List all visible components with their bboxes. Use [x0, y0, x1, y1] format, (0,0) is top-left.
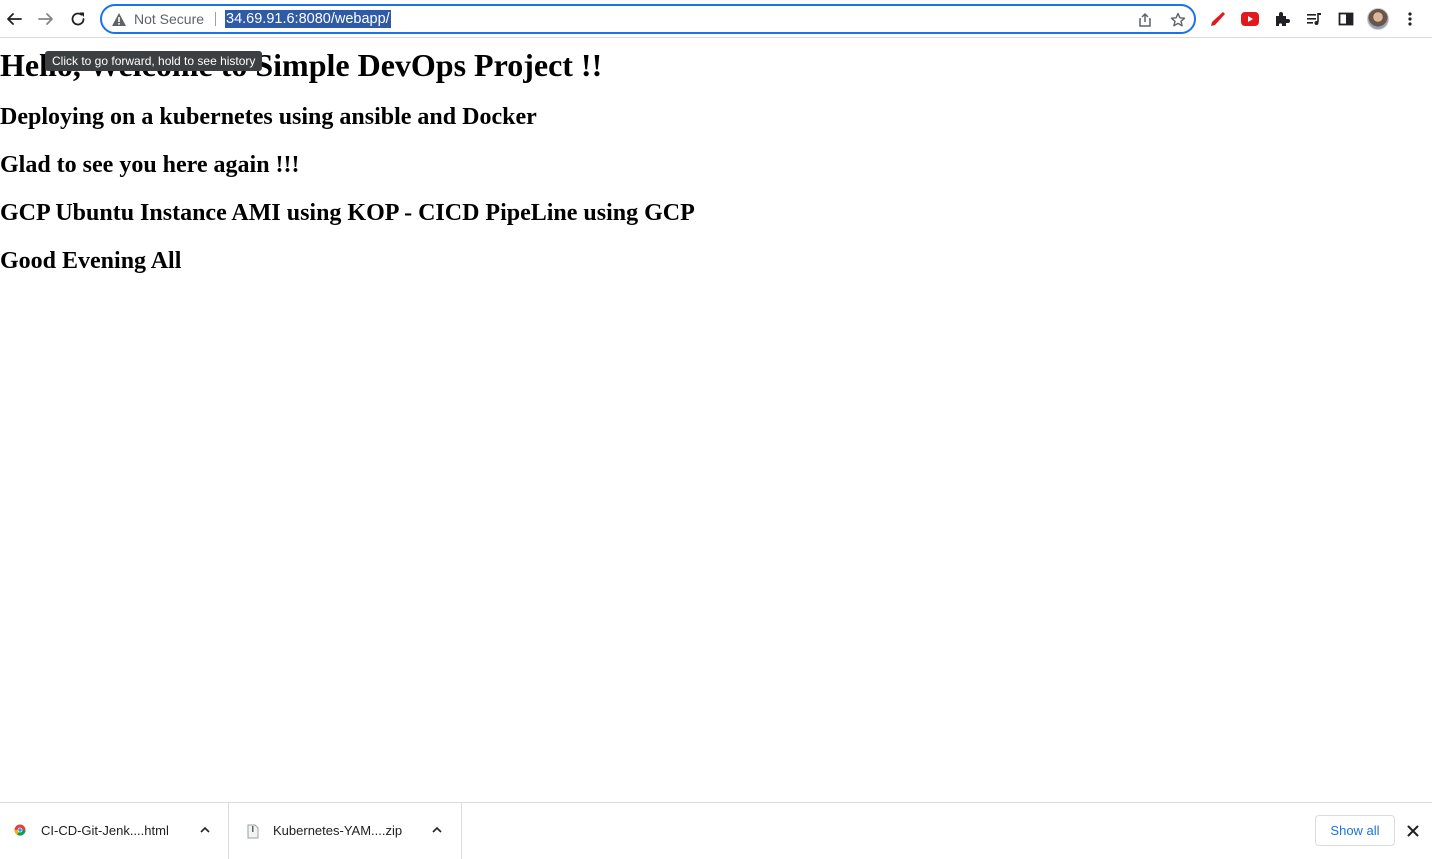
- side-panel-button[interactable]: [1336, 9, 1356, 29]
- pen-extension-icon: [1211, 12, 1225, 26]
- chevron-up-icon[interactable]: [431, 825, 443, 835]
- star-icon[interactable]: [1170, 12, 1186, 28]
- show-all-button[interactable]: Show all: [1315, 815, 1395, 846]
- share-icon[interactable]: [1138, 12, 1152, 28]
- pen-extension-button[interactable]: [1208, 9, 1228, 29]
- forward-button[interactable]: [32, 5, 60, 33]
- content-line-evening: Good Evening All: [0, 248, 182, 274]
- content-line-glad: Glad to see you here again !!!: [0, 152, 300, 178]
- avatar[interactable]: [1367, 8, 1389, 30]
- chevron-up-icon[interactable]: [199, 825, 211, 835]
- forward-tooltip: Click to go forward, hold to see history: [45, 51, 263, 71]
- download-item[interactable]: CI-CD-Git-Jenk....html: [0, 803, 229, 859]
- download-filename: Kubernetes-YAM....zip: [273, 823, 403, 838]
- chrome-file-icon: [14, 824, 26, 836]
- url-text[interactable]: 34.69.91.6:8080/webapp/: [225, 10, 391, 28]
- zip-file-icon: [247, 824, 259, 839]
- youtube-extension-icon: [1241, 12, 1259, 26]
- browser-toolbar: Not Secure 34.69.91.6:8080/webapp/: [0, 0, 1432, 38]
- side-panel-icon: [1338, 12, 1354, 26]
- youtube-extension-button[interactable]: [1240, 9, 1260, 29]
- media-icon: [1307, 13, 1321, 25]
- downloads-bar: CI-CD-Git-Jenk....html Kubernetes-YAM...…: [0, 802, 1432, 859]
- forward-arrow-icon: [38, 13, 53, 25]
- extensions-button[interactable]: [1272, 9, 1292, 29]
- media-control-button[interactable]: [1304, 9, 1324, 29]
- download-item[interactable]: Kubernetes-YAM....zip: [229, 803, 462, 859]
- warning-icon: [112, 13, 126, 26]
- back-arrow-icon: [7, 13, 22, 25]
- content-line-gcp: GCP Ubuntu Instance AMI using KOP - CICD…: [0, 200, 695, 226]
- reload-icon: [71, 12, 85, 26]
- content-line-deploying: Deploying on a kubernetes using ansible …: [0, 104, 537, 130]
- menu-button[interactable]: [1400, 9, 1420, 29]
- puzzle-icon: [1276, 12, 1290, 26]
- omnibox-divider: [215, 12, 216, 26]
- download-filename: CI-CD-Git-Jenk....html: [41, 823, 169, 838]
- reload-button[interactable]: [64, 5, 92, 33]
- close-icon[interactable]: [1407, 825, 1419, 837]
- more-vert-icon: [1408, 12, 1412, 26]
- security-label[interactable]: Not Secure: [134, 11, 204, 27]
- address-bar[interactable]: Not Secure 34.69.91.6:8080/webapp/: [100, 4, 1196, 34]
- back-button[interactable]: [0, 5, 28, 33]
